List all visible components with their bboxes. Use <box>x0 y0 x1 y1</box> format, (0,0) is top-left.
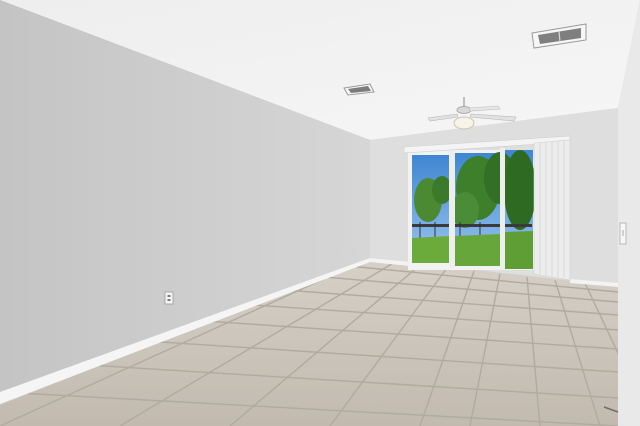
outdoor-view <box>412 150 536 269</box>
door-mullion-left <box>449 150 455 268</box>
light-switch <box>619 222 627 245</box>
electrical-outlet <box>164 291 174 305</box>
door-mullion-center <box>500 148 505 270</box>
room-photo <box>0 0 640 426</box>
vertical-blinds <box>533 139 571 281</box>
